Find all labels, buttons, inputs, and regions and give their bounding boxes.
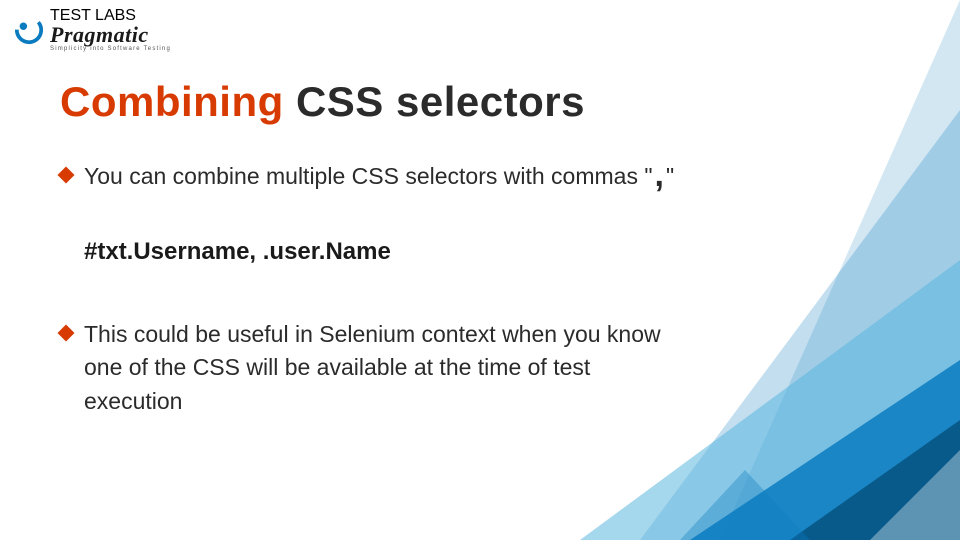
bullet-1-text-prefix: You can combine multiple CSS selectors w…: [84, 163, 653, 189]
bullet-icon: [58, 325, 75, 342]
bullet-2-text: This could be useful in Selenium context…: [84, 321, 661, 414]
logo-subtitle: Simplicity into Software Testing: [50, 46, 171, 52]
content-area: You can combine multiple CSS selectors w…: [60, 160, 690, 442]
logo-mark-icon: [14, 15, 44, 45]
logo-name: Pragmatic: [50, 24, 171, 46]
logo: TEST LABS Pragmatic Simplicity into Soft…: [14, 8, 171, 52]
bullet-icon: [58, 167, 75, 184]
title-accent: Combining: [60, 78, 284, 125]
bullet-1: You can combine multiple CSS selectors w…: [60, 160, 690, 193]
page-title: Combining CSS selectors: [60, 78, 585, 126]
bullet-1-text-suffix: ": [666, 163, 674, 189]
logo-text: TEST LABS Pragmatic Simplicity into Soft…: [50, 8, 171, 52]
title-main: CSS selectors: [284, 78, 585, 125]
code-example: #txt.Username, .user.Name: [60, 235, 690, 270]
bullet-1-comma: ,: [653, 156, 666, 194]
slide: TEST LABS Pragmatic Simplicity into Soft…: [0, 0, 960, 540]
bullet-2: This could be useful in Selenium context…: [60, 318, 690, 418]
